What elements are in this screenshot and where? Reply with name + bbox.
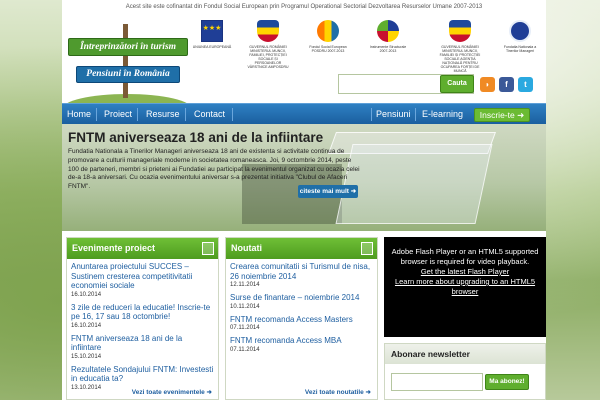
- nav-elearning[interactable]: E-learning: [422, 104, 463, 125]
- events-panel: Evenimente proiect Anuntarea proiectului…: [66, 237, 219, 400]
- eu-flag-icon: [201, 20, 223, 42]
- newsletter-title: Abonare newsletter: [385, 344, 545, 364]
- video-player[interactable]: Adobe Flash Player or an HTML5 supported…: [384, 237, 546, 337]
- event-item-title[interactable]: Anuntarea proiectului SUCCES – Sustinem …: [71, 262, 214, 291]
- news-item-title[interactable]: Crearea comunitatii si Turismul de nisa,…: [230, 262, 373, 281]
- event-item-date: 16.10.2014: [71, 322, 102, 329]
- nav-separator: [371, 108, 372, 121]
- partner-logo-label: Instrumente Structurale 2007-2013: [369, 45, 407, 53]
- news-icon: [361, 242, 373, 255]
- search-button[interactable]: Cauta: [440, 75, 474, 93]
- nav-separator: [185, 108, 186, 121]
- all-news-link[interactable]: Vezi toate noutatile ➜: [305, 388, 371, 396]
- romania-crest-icon: [257, 20, 279, 42]
- partner-logo-ministry-2[interactable]: GUVERNUL ROMÂNIEI MINISTERUL MUNCII, FAM…: [438, 20, 482, 73]
- rss-icon[interactable]: ◗: [480, 77, 495, 92]
- news-item-title[interactable]: Surse de finantare – noiembrie 2014: [230, 293, 373, 303]
- nav-separator: [96, 108, 97, 121]
- events-header: Evenimente proiect: [67, 238, 218, 259]
- news-item-date: 12.11.2014: [230, 282, 260, 288]
- nav-separator: [232, 108, 233, 121]
- nav-separator: [415, 108, 416, 121]
- news-item-date: 10.11.2014: [230, 303, 260, 310]
- partner-logo-label: GUVERNUL ROMÂNIEI MINISTERUL MUNCII, FAM…: [439, 45, 481, 73]
- fntm-logo-icon: [509, 20, 531, 42]
- news-item-date: 07.11.2014: [230, 346, 260, 353]
- signpost-pole: [123, 24, 128, 98]
- read-more-button[interactable]: citeste mai mult ➜: [298, 185, 358, 198]
- hero-title[interactable]: FNTM aniverseaza 18 ani de la infiintare: [68, 130, 323, 145]
- news-item-title[interactable]: FNTM recomanda Access MBA: [230, 336, 373, 346]
- event-item-date: 16.10.2014: [71, 291, 102, 298]
- fse-icon: [317, 20, 339, 42]
- hero-banner: FNTM aniverseaza 18 ani de la infiintare…: [62, 124, 546, 231]
- nav-home[interactable]: Home: [67, 104, 91, 125]
- event-item-date: 15.10.2014: [71, 353, 102, 360]
- partner-logo-instrumente[interactable]: Instrumente Structurale 2007-2013: [366, 20, 410, 62]
- all-events-link[interactable]: Vezi toate evenimentele ➜: [132, 388, 212, 396]
- logo-sign-top: Întreprinzători în turism: [68, 38, 188, 56]
- news-panel: Noutati Crearea comunitatii si Turismul …: [225, 237, 378, 400]
- partner-logo-fntm[interactable]: Fundatia Nationala a Tinerilor Manageri: [498, 20, 542, 62]
- nav-contact[interactable]: Contact: [194, 104, 225, 125]
- newsletter-panel: Abonare newsletter Ma abonez!: [384, 343, 546, 400]
- subscribe-button[interactable]: Ma abonez!: [485, 374, 529, 390]
- news-title: Noutati: [231, 243, 262, 253]
- news-item-date: 07.11.2014: [230, 325, 260, 331]
- cofinancing-notice: Acest site este cofinantat din Fondul So…: [125, 4, 483, 10]
- event-item-title[interactable]: FNTM aniverseaza 18 ani de la infiintare: [71, 334, 214, 353]
- nav-pensiuni[interactable]: Pensiuni: [376, 104, 411, 125]
- partner-logo-eu[interactable]: UNIUNEA EUROPEANĂ: [190, 20, 234, 62]
- news-header: Noutati: [226, 238, 377, 259]
- events-icon: [202, 242, 214, 255]
- newsletter-email-input[interactable]: [391, 373, 483, 391]
- page-container: Acest site este cofinantat din Fondul So…: [62, 0, 546, 400]
- structural-instruments-icon: [377, 20, 399, 42]
- event-item-title[interactable]: Rezultatele Sondajului FNTM: Investesti …: [71, 365, 214, 384]
- nav-separator: [137, 108, 138, 121]
- twitter-icon[interactable]: t: [518, 77, 533, 92]
- partner-logo-label: Fondul Social European POSDRU 2007-2013: [309, 45, 347, 53]
- partner-logo-fse[interactable]: Fondul Social European POSDRU 2007-2013: [306, 20, 350, 62]
- flash-player-link[interactable]: Get the latest Flash Player: [384, 267, 546, 277]
- site-logo[interactable]: Întreprinzători în turism Pensiuni în Ro…: [62, 24, 192, 124]
- signup-button[interactable]: Inscrie-te ➜: [474, 108, 530, 122]
- main-nav: Home Proiect Resurse Contact Pensiuni E-…: [62, 103, 546, 124]
- events-title: Evenimente proiect: [72, 243, 156, 253]
- partner-logo-ministry-1[interactable]: GUVERNUL ROMÂNIEI MINISTERUL MUNCII, FAM…: [246, 20, 290, 69]
- partner-logo-label: UNIUNEA EUROPEANĂ: [192, 45, 232, 49]
- news-item-title[interactable]: FNTM recomanda Access Masters: [230, 315, 373, 325]
- nav-resurse[interactable]: Resurse: [146, 104, 180, 125]
- event-item-title[interactable]: 3 zile de reduceri la educatie! Inscrie-…: [71, 303, 214, 322]
- romania-crest-icon: [449, 20, 471, 42]
- facebook-icon[interactable]: f: [499, 77, 514, 92]
- logo-sign-bottom: Pensiuni în România: [76, 66, 180, 83]
- html5-upgrade-link[interactable]: Learn more about upgrading to an HTML5 b…: [384, 277, 546, 297]
- nav-proiect[interactable]: Proiect: [104, 104, 132, 125]
- partner-logos: UNIUNEA EUROPEANĂ GUVERNUL ROMÂNIEI MINI…: [190, 20, 546, 73]
- video-message: Adobe Flash Player or an HTML5 supported…: [391, 247, 539, 266]
- partner-logo-label: Fundatia Nationala a Tinerilor Manageri: [503, 45, 537, 53]
- partner-logo-label: GUVERNUL ROMÂNIEI MINISTERUL MUNCII, FAM…: [247, 45, 289, 69]
